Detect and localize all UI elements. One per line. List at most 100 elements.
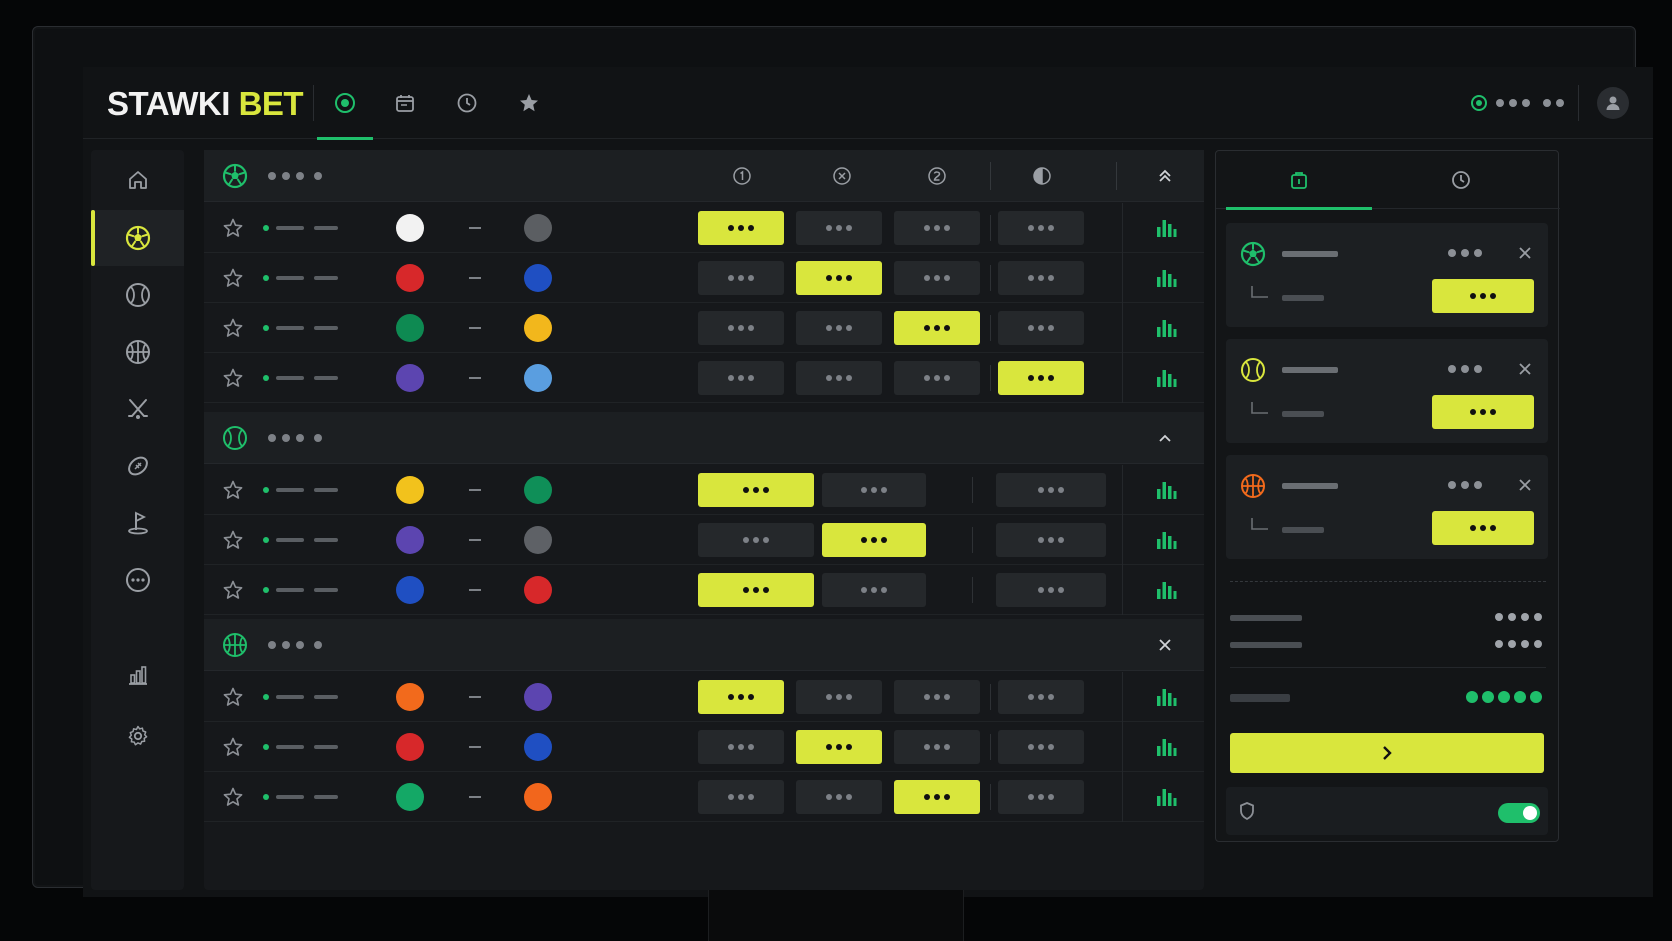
odds-button[interactable] — [822, 573, 926, 607]
tab-live[interactable] — [317, 67, 373, 140]
sport-group-header[interactable] — [204, 412, 1204, 464]
favorite-star-icon[interactable] — [222, 686, 244, 708]
place-bet-button[interactable] — [1230, 733, 1544, 773]
match-row[interactable] — [204, 465, 1204, 515]
tab-bet-slip[interactable] — [1226, 151, 1372, 210]
sidebar-item-basketball[interactable] — [91, 324, 184, 380]
sport-group-header[interactable] — [204, 150, 1204, 202]
odds-button[interactable] — [698, 780, 784, 814]
stats-bars-icon[interactable] — [1155, 787, 1177, 807]
odds-button[interactable] — [894, 680, 980, 714]
tab-calendar[interactable] — [377, 67, 433, 139]
stats-bars-icon[interactable] — [1155, 218, 1177, 238]
tab-recent[interactable] — [439, 67, 495, 139]
odds-button[interactable] — [998, 730, 1084, 764]
tab-favorites[interactable] — [501, 67, 557, 139]
stats-bars-icon[interactable] — [1155, 737, 1177, 757]
sidebar-item-more-options[interactable] — [91, 552, 184, 608]
favorite-star-icon[interactable] — [222, 317, 244, 339]
sidebar-item-statistics[interactable] — [91, 647, 184, 703]
odds-button[interactable] — [698, 573, 814, 607]
odds-button[interactable] — [698, 473, 814, 507]
odds-button[interactable] — [894, 780, 980, 814]
favorite-star-icon[interactable] — [222, 267, 244, 289]
sidebar-item-hockey-sticks[interactable] — [91, 381, 184, 437]
odds-button[interactable] — [894, 261, 980, 295]
odds-button[interactable] — [822, 523, 926, 557]
away-team-badge — [524, 683, 552, 711]
favorite-star-icon[interactable] — [222, 367, 244, 389]
favorite-star-icon[interactable] — [222, 579, 244, 601]
odds-button[interactable] — [998, 261, 1084, 295]
odds-button[interactable] — [796, 211, 882, 245]
odds-button[interactable] — [998, 361, 1084, 395]
odds-button[interactable] — [698, 730, 784, 764]
remove-selection-icon[interactable] — [1516, 244, 1534, 262]
tab-bet-history[interactable] — [1376, 151, 1546, 209]
accept-odds-toggle[interactable] — [1498, 803, 1540, 823]
stats-bars-icon[interactable] — [1155, 480, 1177, 500]
favorite-star-icon[interactable] — [222, 479, 244, 501]
user-avatar-button[interactable] — [1597, 87, 1629, 119]
odds-button[interactable] — [796, 261, 882, 295]
odds-button[interactable] — [698, 680, 784, 714]
collapse-all-icon[interactable] — [1156, 167, 1174, 185]
sidebar-item-home[interactable] — [91, 152, 184, 208]
odds-button[interactable] — [998, 311, 1084, 345]
remove-selection-icon[interactable] — [1516, 360, 1534, 378]
odds-button[interactable] — [996, 473, 1106, 507]
odds-button[interactable] — [822, 473, 926, 507]
odds-button[interactable] — [698, 361, 784, 395]
odds-button[interactable] — [698, 211, 784, 245]
odds-button[interactable] — [796, 730, 882, 764]
odds-button[interactable] — [698, 523, 814, 557]
match-row[interactable] — [204, 203, 1204, 253]
odds-button[interactable] — [698, 261, 784, 295]
stats-bars-icon[interactable] — [1155, 580, 1177, 600]
sidebar-item-golf-flag[interactable] — [91, 495, 184, 551]
sidebar-item-soccer-ball[interactable] — [91, 210, 184, 266]
stats-bars-icon[interactable] — [1155, 368, 1177, 388]
app-logo[interactable]: STAWKI BET — [107, 85, 304, 123]
stake-button[interactable] — [1432, 395, 1534, 429]
odds-button[interactable] — [894, 211, 980, 245]
odds-button[interactable] — [698, 311, 784, 345]
favorite-star-icon[interactable] — [222, 529, 244, 551]
odds-button[interactable] — [796, 311, 882, 345]
match-row[interactable] — [204, 672, 1204, 722]
odds-button[interactable] — [998, 680, 1084, 714]
odds-button[interactable] — [796, 361, 882, 395]
odds-button[interactable] — [996, 573, 1106, 607]
stats-bars-icon[interactable] — [1155, 530, 1177, 550]
remove-selection-icon[interactable] — [1516, 476, 1534, 494]
odds-button[interactable] — [796, 780, 882, 814]
odds-button[interactable] — [998, 211, 1084, 245]
favorite-star-icon[interactable] — [222, 217, 244, 239]
stats-bars-icon[interactable] — [1155, 687, 1177, 707]
match-row[interactable] — [204, 353, 1204, 403]
stats-bars-icon[interactable] — [1155, 268, 1177, 288]
close-icon[interactable] — [1156, 636, 1174, 654]
favorite-star-icon[interactable] — [222, 786, 244, 808]
odds-button[interactable] — [894, 311, 980, 345]
sport-group-header[interactable] — [204, 619, 1204, 671]
match-row[interactable] — [204, 565, 1204, 615]
stake-button[interactable] — [1432, 279, 1534, 313]
match-row[interactable] — [204, 772, 1204, 822]
odds-button[interactable] — [996, 523, 1106, 557]
match-row[interactable] — [204, 722, 1204, 772]
chevron-up-icon[interactable] — [1156, 429, 1174, 447]
odds-button[interactable] — [796, 680, 882, 714]
sidebar-item-tennis-ball[interactable] — [91, 267, 184, 323]
stake-button[interactable] — [1432, 511, 1534, 545]
odds-button[interactable] — [998, 780, 1084, 814]
sidebar-item-settings-gear[interactable] — [91, 708, 184, 764]
match-row[interactable] — [204, 303, 1204, 353]
favorite-star-icon[interactable] — [222, 736, 244, 758]
match-row[interactable] — [204, 253, 1204, 303]
stats-bars-icon[interactable] — [1155, 318, 1177, 338]
match-row[interactable] — [204, 515, 1204, 565]
odds-button[interactable] — [894, 361, 980, 395]
sidebar-item-rugby-ball[interactable] — [91, 438, 184, 494]
odds-button[interactable] — [894, 730, 980, 764]
